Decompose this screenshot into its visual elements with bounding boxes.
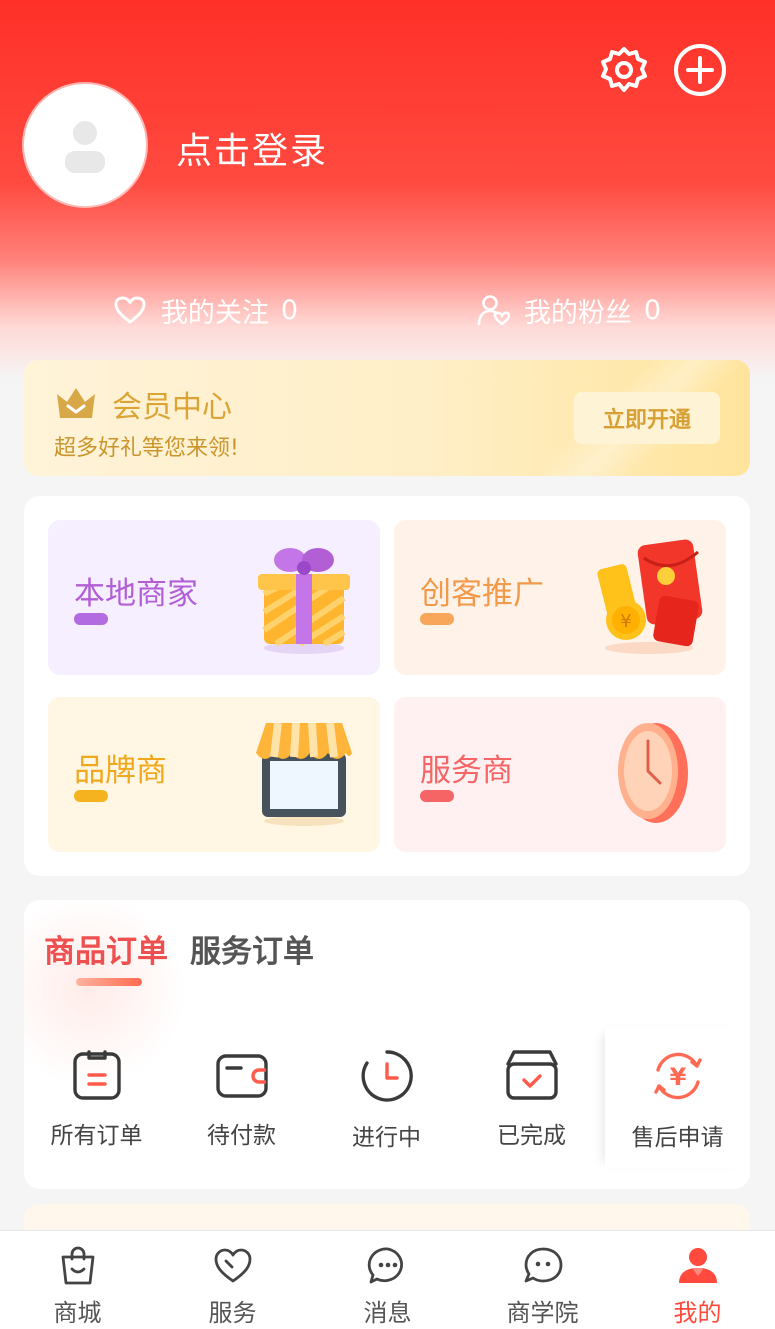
- nav-label: 商学院: [506, 1299, 579, 1327]
- order-label: 待付款: [207, 1123, 276, 1149]
- user-icon: [678, 1248, 717, 1283]
- smile-bubble-icon: [524, 1247, 562, 1283]
- heart-icon: [214, 1248, 251, 1283]
- following-link[interactable]: 我的关注 0: [24, 278, 387, 342]
- active-tab-indicator: [76, 978, 142, 986]
- shopping-bag-icon: [61, 1246, 94, 1285]
- crown-icon: [57, 388, 95, 418]
- fans-count: 0: [643, 294, 662, 326]
- tile-label: 服务商: [420, 753, 513, 789]
- order-after-sales[interactable]: ¥ 售后申请: [605, 1048, 750, 1152]
- tile-maker-promotion[interactable]: 创客推广 ¥: [394, 520, 726, 675]
- svg-text:¥: ¥: [669, 1063, 686, 1091]
- user-heart-icon: [477, 295, 510, 326]
- bottom-nav: 商城 服务 消息 商学院 我的: [0, 1230, 775, 1329]
- nav-mall[interactable]: 商城: [0, 1231, 155, 1329]
- services-card: 本地商家 创客推广 ¥ 品牌商 服务商: [24, 496, 750, 876]
- tile-label: 品牌商: [74, 753, 167, 789]
- tile-accent-bar: [74, 613, 108, 625]
- fans-link[interactable]: 我的粉丝 0: [387, 278, 750, 342]
- tab-service-orders[interactable]: 服务订单: [190, 926, 314, 971]
- tile-label: 创客推广: [420, 576, 544, 612]
- plus-circle-icon: [674, 44, 726, 96]
- fans-label: 我的粉丝: [523, 297, 632, 329]
- red-envelope-icon: ¥: [597, 539, 703, 654]
- following-count: 0: [280, 294, 299, 326]
- tile-service-provider[interactable]: 服务商: [394, 697, 726, 852]
- heart-outline-icon: [114, 296, 146, 324]
- vip-open-button[interactable]: 立即开通: [574, 392, 720, 444]
- nav-label: 我的: [673, 1299, 722, 1327]
- tile-accent-bar: [420, 613, 454, 625]
- order-label: 进行中: [352, 1125, 421, 1151]
- order-completed[interactable]: 已完成: [459, 1048, 604, 1150]
- add-button[interactable]: [672, 42, 728, 98]
- orders-card: 商品订单 服务订单 所有订单 待付款 进行中 已完成 ¥ 售后申请: [24, 900, 750, 1189]
- order-label: 已完成: [497, 1123, 566, 1149]
- clock-icon: [361, 1050, 413, 1102]
- gift-box-icon: [258, 548, 350, 654]
- settings-button[interactable]: [598, 44, 650, 96]
- following-label: 我的关注: [160, 297, 269, 329]
- storefront-icon: [256, 722, 352, 826]
- wallet-icon: [215, 1054, 268, 1098]
- nav-label: 服务: [208, 1299, 257, 1327]
- tab-product-orders[interactable]: 商品订单: [44, 926, 168, 971]
- nav-label: 消息: [363, 1299, 412, 1327]
- nav-messages[interactable]: 消息: [310, 1231, 465, 1329]
- nav-service[interactable]: 服务: [155, 1231, 310, 1329]
- user-placeholder-icon: [65, 121, 105, 173]
- order-label: 售后申请: [631, 1125, 724, 1151]
- order-pending-payment[interactable]: 待付款: [169, 1048, 314, 1150]
- order-all[interactable]: 所有订单: [24, 1048, 169, 1150]
- order-label: 所有订单: [50, 1123, 143, 1149]
- box-check-icon: [505, 1050, 558, 1100]
- vip-subtitle: 超多好礼等您来领!: [54, 436, 239, 461]
- avatar[interactable]: [24, 84, 146, 206]
- nav-business-school[interactable]: 商学院: [465, 1231, 620, 1329]
- order-tabs: 商品订单 服务订单: [44, 926, 336, 971]
- tile-brand[interactable]: 品牌商: [48, 697, 380, 852]
- chat-bubble-icon: [367, 1247, 403, 1284]
- nav-label: 商城: [53, 1299, 102, 1327]
- vip-card[interactable]: 会员中心 超多好礼等您来领! 立即开通: [24, 360, 750, 476]
- gear-icon: [601, 47, 647, 92]
- tile-accent-bar: [420, 790, 454, 802]
- clock-icon: [618, 723, 688, 823]
- tile-label: 本地商家: [74, 576, 198, 612]
- nav-mine[interactable]: 我的: [620, 1231, 775, 1329]
- login-link[interactable]: 点击登录: [176, 122, 328, 174]
- yen-refresh-icon: ¥: [653, 1052, 702, 1100]
- svg-text:¥: ¥: [620, 611, 631, 632]
- vip-title: 会员中心: [112, 390, 232, 425]
- tile-local-merchant[interactable]: 本地商家: [48, 520, 380, 675]
- follow-bar: 我的关注 0 我的粉丝 0: [24, 278, 750, 342]
- tile-accent-bar: [74, 790, 108, 802]
- clipboard-icon: [72, 1050, 121, 1100]
- order-in-progress[interactable]: 进行中: [314, 1048, 459, 1152]
